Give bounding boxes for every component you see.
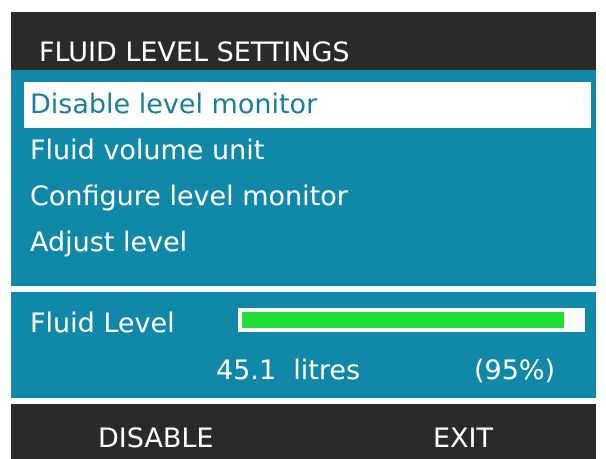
menu-item-disable-level-monitor[interactable]: Disable level monitor	[24, 82, 591, 128]
exit-softkey[interactable]: EXIT	[433, 422, 493, 456]
menu-item-configure-level-monitor[interactable]: Configure level monitor	[24, 174, 591, 220]
softkey-bar: DISABLE EXIT	[11, 404, 596, 459]
pump-display-screen: FLUID LEVEL SETTINGS Disable level monit…	[0, 0, 606, 459]
screen-title: FLUID LEVEL SETTINGS	[39, 37, 350, 68]
fluid-level-label: Fluid Level	[30, 308, 175, 339]
menu-item-adjust-level[interactable]: Adjust level	[24, 220, 591, 266]
settings-menu: Disable level monitor Fluid volume unit …	[11, 70, 596, 286]
fluid-percent-readout: (95%)	[474, 355, 556, 386]
fluid-level-panel: Fluid Level 45.1 litres (95%)	[11, 292, 596, 398]
fluid-volume-readout: 45.1 litres	[216, 355, 361, 386]
disable-softkey[interactable]: DISABLE	[98, 422, 214, 456]
fluid-level-bar	[238, 308, 585, 332]
menu-item-fluid-volume-unit[interactable]: Fluid volume unit	[24, 128, 591, 174]
screen-header: FLUID LEVEL SETTINGS	[11, 12, 596, 70]
fluid-level-bar-fill	[242, 312, 564, 328]
